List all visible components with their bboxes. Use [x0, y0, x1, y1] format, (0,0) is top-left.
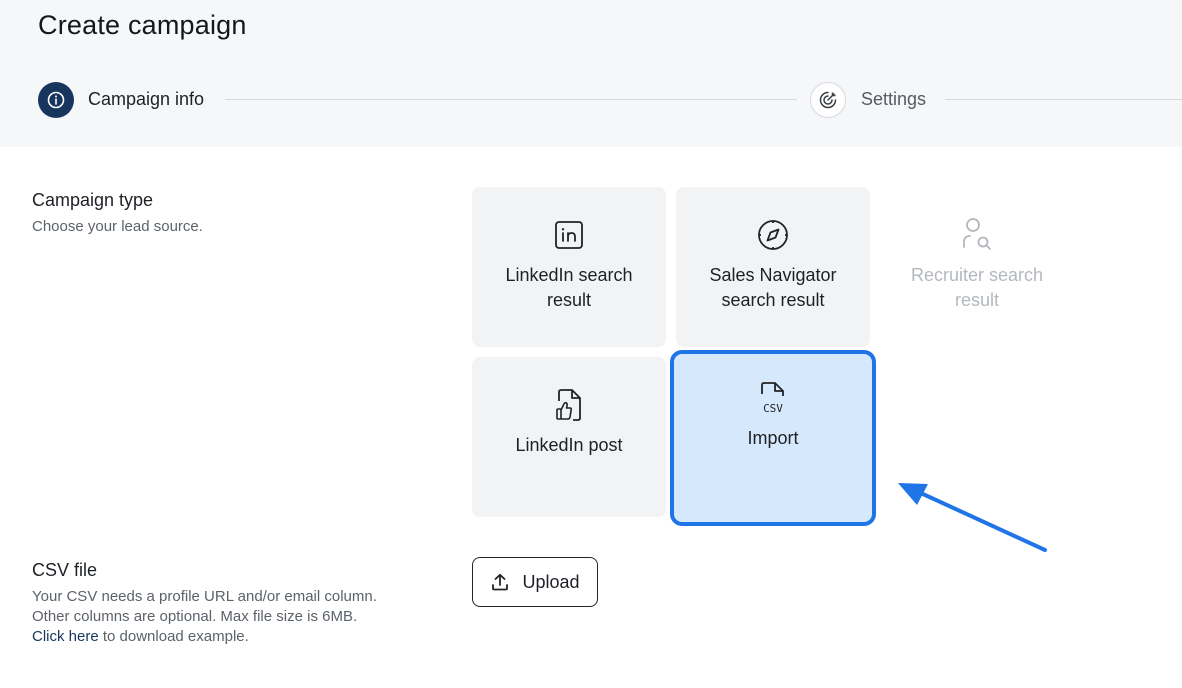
csv-desc-line: Your CSV needs a profile URL and/or emai…: [32, 588, 377, 605]
option-label: Import: [747, 428, 799, 448]
info-icon: [47, 91, 65, 109]
annotation-arrow: [898, 483, 1047, 552]
step-divider: [945, 99, 1182, 100]
target-icon: [819, 91, 837, 109]
thumbs-up-file-icon: [556, 389, 581, 421]
campaign-type-title: Campaign type: [32, 190, 154, 210]
compass-icon: [758, 220, 788, 250]
upload-icon: [492, 573, 509, 591]
page-title: Create campaign: [38, 10, 247, 40]
person-search-icon: [963, 218, 991, 250]
option-linkedin-search[interactable]: LinkedIn search result: [472, 187, 666, 347]
step-label-settings[interactable]: Settings: [861, 89, 926, 110]
option-label: LinkedIn search result: [505, 265, 633, 310]
stepper: Campaign info Settings: [0, 80, 1182, 120]
step-label-campaign-info[interactable]: Campaign info: [88, 89, 204, 110]
campaign-type-description: Choose your lead source.: [32, 218, 203, 235]
csv-file-icon: CSV: [761, 382, 784, 415]
option-import[interactable]: CSV Import: [670, 350, 876, 526]
option-label: LinkedIn post: [515, 435, 623, 455]
svg-text:CSV: CSV: [763, 402, 783, 415]
page-header: Create campaign Campaign info Settings: [0, 0, 1182, 147]
option-label: Sales Navigator search result: [709, 265, 837, 310]
step-settings[interactable]: [810, 82, 846, 118]
step-campaign-info[interactable]: [38, 82, 74, 118]
upload-button[interactable]: Upload: [472, 557, 598, 607]
csv-desc-line: Click here to download example.: [32, 627, 377, 647]
upload-button-label: Upload: [522, 571, 580, 592]
link-suffix: to download example.: [98, 628, 249, 645]
csv-file-description: Your CSV needs a profile URL and/or emai…: [32, 587, 377, 647]
csv-desc-line: Other columns are optional. Max file siz…: [32, 608, 358, 625]
csv-file-title: CSV file: [32, 560, 98, 580]
linkedin-icon: [555, 221, 583, 249]
option-recruiter-search: Recruiter search result: [880, 187, 1074, 347]
option-linkedin-post[interactable]: LinkedIn post: [472, 357, 666, 517]
option-sales-navigator[interactable]: Sales Navigator search result: [676, 187, 870, 347]
download-example-link[interactable]: Click here: [32, 628, 99, 645]
option-label: Recruiter search result: [910, 265, 1044, 310]
step-divider: [225, 99, 797, 100]
